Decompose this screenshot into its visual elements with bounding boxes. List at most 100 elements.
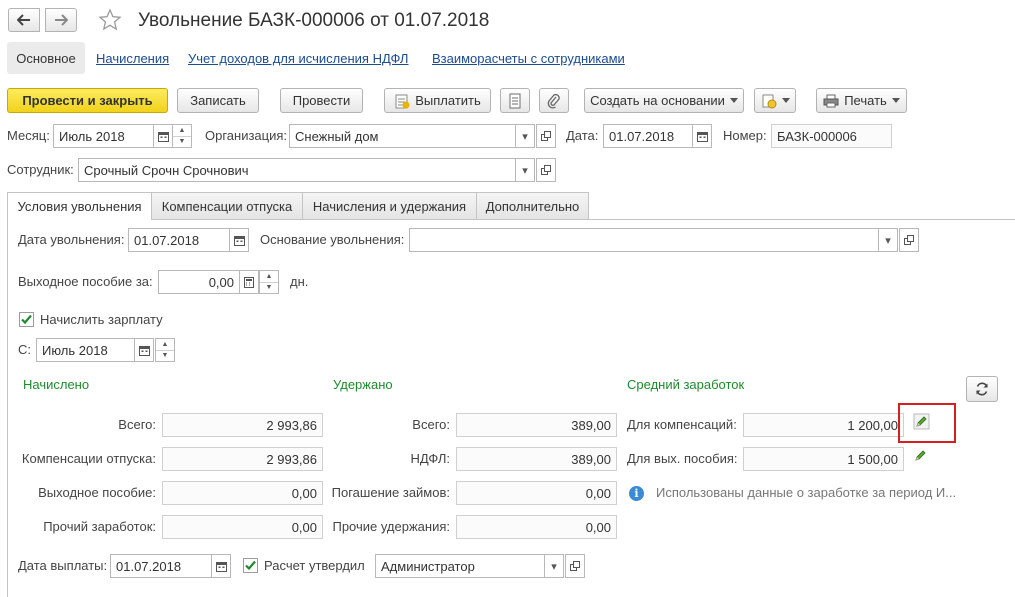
section-main-label: Основное bbox=[16, 50, 76, 66]
pencil-icon[interactable] bbox=[913, 413, 930, 430]
stepper-down-icon[interactable]: ▼ bbox=[260, 283, 278, 294]
employee-open-button[interactable] bbox=[536, 158, 556, 182]
approver-open-button[interactable] bbox=[565, 554, 585, 578]
tab-dismissal-conditions[interactable]: Условия увольнения bbox=[7, 192, 152, 220]
month-calendar-button[interactable] bbox=[153, 124, 173, 148]
severance-calculator-button[interactable] bbox=[239, 270, 259, 294]
tab-accruals-deductions[interactable]: Начисления и удержания bbox=[302, 192, 477, 219]
from-month-stepper[interactable]: ▲ ▼ bbox=[155, 338, 175, 362]
section-settlements[interactable]: Взаиморасчеты с сотрудниками bbox=[432, 51, 625, 66]
calendar-icon bbox=[233, 235, 245, 246]
journal-button[interactable] bbox=[500, 88, 530, 113]
calendar-icon bbox=[157, 131, 169, 142]
attachments-button[interactable] bbox=[539, 88, 569, 113]
print-button[interactable]: Печать bbox=[816, 88, 907, 113]
tab-vacation-compensation[interactable]: Компенсации отпуска bbox=[151, 192, 303, 219]
pay-label: Выплатить bbox=[415, 93, 481, 108]
withheld-other-field[interactable]: 0,00 bbox=[456, 515, 617, 539]
dismissal-reason-open-button[interactable] bbox=[899, 228, 919, 252]
employee-field[interactable]: Срочный Срочн Срочнович bbox=[78, 158, 516, 182]
save-button[interactable]: Записать bbox=[177, 88, 259, 113]
organization-field[interactable]: Снежный дом bbox=[289, 124, 516, 148]
refresh-button[interactable] bbox=[966, 376, 998, 402]
related-docs-icon bbox=[762, 94, 776, 108]
approver-dropdown-button[interactable]: ▾ bbox=[544, 554, 564, 578]
date-field[interactable]: 01.07.2018 bbox=[603, 124, 693, 148]
withheld-loans-field[interactable]: 0,00 bbox=[456, 481, 617, 505]
severance-days-stepper[interactable]: ▲ ▼ bbox=[259, 270, 279, 294]
average-comp-field[interactable]: 1 200,00 bbox=[743, 413, 904, 437]
post-and-close-button[interactable]: Провести и закрыть bbox=[7, 88, 168, 113]
chevron-down-icon: ▾ bbox=[522, 130, 528, 143]
dismissal-reason-dropdown-button[interactable]: ▾ bbox=[878, 228, 898, 252]
month-field[interactable]: Июль 2018 bbox=[53, 124, 154, 148]
calculator-icon bbox=[244, 276, 254, 288]
create-based-button[interactable]: Создать на основании bbox=[584, 88, 744, 113]
accrued-vacation-field[interactable]: 2 993,86 bbox=[162, 447, 323, 471]
month-stepper[interactable]: ▲ ▼ bbox=[172, 124, 192, 148]
related-docs-button[interactable] bbox=[754, 88, 796, 113]
open-icon bbox=[541, 165, 551, 175]
pay-date-field[interactable]: 01.07.2018 bbox=[110, 554, 212, 578]
accrued-total-field[interactable]: 2 993,86 bbox=[162, 413, 323, 437]
forward-button[interactable] bbox=[45, 8, 77, 32]
organization-dropdown-button[interactable]: ▾ bbox=[515, 124, 535, 148]
approved-checkbox[interactable] bbox=[243, 558, 258, 573]
date-calendar-button[interactable] bbox=[692, 124, 712, 148]
withheld-ndfl-label: НДФЛ: bbox=[410, 451, 450, 466]
section-main[interactable]: Основное bbox=[7, 42, 85, 74]
print-label: Печать bbox=[844, 93, 887, 108]
from-month-calendar-button[interactable] bbox=[134, 338, 154, 362]
refresh-icon bbox=[976, 382, 988, 396]
star-icon[interactable] bbox=[97, 8, 123, 32]
arrow-left-icon bbox=[17, 14, 30, 26]
chevron-down-icon bbox=[781, 98, 790, 103]
organization-open-button[interactable] bbox=[536, 124, 556, 148]
calendar-icon bbox=[138, 345, 150, 356]
post-button[interactable]: Провести bbox=[280, 88, 363, 113]
pay-button[interactable]: Выплатить bbox=[384, 88, 491, 113]
section-income[interactable]: Учет доходов для исчисления НДФЛ bbox=[188, 51, 408, 66]
withheld-ndfl-field[interactable]: 389,00 bbox=[456, 447, 617, 471]
dismissal-date-calendar-button[interactable] bbox=[229, 228, 249, 252]
from-month-field[interactable]: Июль 2018 bbox=[36, 338, 135, 362]
accrued-heading: Начислено bbox=[23, 377, 90, 392]
stepper-up-icon[interactable]: ▲ bbox=[173, 125, 191, 137]
accrued-severance-label: Выходное пособие: bbox=[38, 485, 156, 500]
accrue-salary-checkbox[interactable] bbox=[19, 312, 34, 327]
journal-icon bbox=[509, 93, 521, 108]
approver-field[interactable]: Администратор bbox=[375, 554, 545, 578]
dismissal-date-label: Дата увольнения: bbox=[18, 232, 125, 247]
date-label: Дата: bbox=[566, 128, 599, 143]
organization-label: Организация: bbox=[205, 128, 288, 143]
accrued-severance-field[interactable]: 0,00 bbox=[162, 481, 323, 505]
stepper-down-icon[interactable]: ▼ bbox=[156, 351, 174, 362]
month-label: Месяц: bbox=[7, 128, 50, 143]
info-icon: i bbox=[629, 486, 644, 501]
dismissal-reason-field[interactable] bbox=[409, 228, 879, 252]
chevron-down-icon bbox=[891, 98, 900, 103]
window-title: Увольнение БАЗК-000006 от 01.07.2018 bbox=[138, 10, 490, 31]
pay-date-calendar-button[interactable] bbox=[211, 554, 231, 578]
approved-label: Расчет утвердил bbox=[264, 558, 365, 573]
pencil-icon[interactable] bbox=[913, 447, 929, 463]
average-info-text[interactable]: Использованы данные о заработке за перио… bbox=[656, 481, 956, 505]
back-button[interactable] bbox=[8, 8, 40, 32]
accrued-other-field[interactable]: 0,00 bbox=[162, 515, 323, 539]
post-label: Провести bbox=[292, 93, 351, 108]
stepper-up-icon[interactable]: ▲ bbox=[156, 339, 174, 351]
average-sev-field[interactable]: 1 500,00 bbox=[743, 447, 904, 471]
from-label: С: bbox=[18, 342, 31, 357]
section-accruals[interactable]: Начисления bbox=[96, 51, 169, 66]
stepper-up-icon[interactable]: ▲ bbox=[260, 271, 278, 283]
dismissal-date-field[interactable]: 01.07.2018 bbox=[128, 228, 230, 252]
employee-dropdown-button[interactable]: ▾ bbox=[515, 158, 535, 182]
number-field[interactable]: БАЗК-000006 bbox=[771, 124, 892, 148]
withheld-total-field[interactable]: 389,00 bbox=[456, 413, 617, 437]
tab-additional[interactable]: Дополнительно bbox=[476, 192, 589, 219]
severance-days-unit: дн. bbox=[290, 274, 309, 289]
stepper-down-icon[interactable]: ▼ bbox=[173, 137, 191, 148]
pay-icon bbox=[395, 94, 410, 108]
withheld-heading: Удержано bbox=[333, 377, 393, 392]
severance-days-field[interactable]: 0,00 bbox=[158, 270, 240, 294]
